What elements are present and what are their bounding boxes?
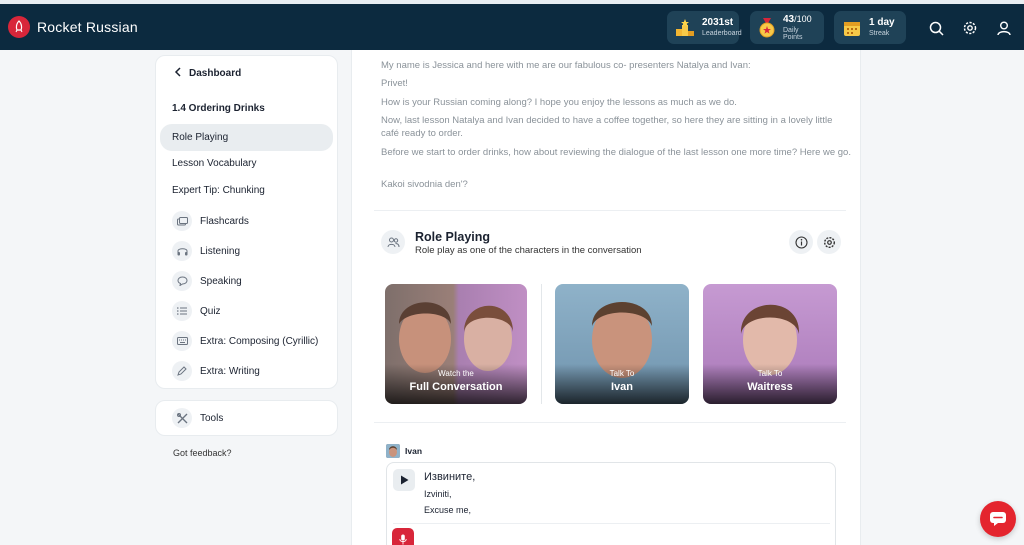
list-icon — [172, 301, 192, 321]
sidebar-item-label: Flashcards — [200, 215, 249, 227]
back-to-dashboard-link[interactable]: Dashboard — [174, 67, 324, 80]
divider — [393, 523, 830, 524]
sidebar-item-label: Expert Tip: Chunking — [172, 185, 265, 196]
daily-points-value: 43 — [783, 13, 795, 25]
user-profile-icon[interactable] — [995, 19, 1013, 37]
sidebar-item-expert-tip[interactable]: Expert Tip: Chunking — [172, 185, 332, 196]
info-icon[interactable] — [789, 230, 813, 254]
chat-bubble-icon — [990, 512, 1006, 526]
calendar-icon — [842, 18, 862, 38]
play-audio-button[interactable] — [393, 469, 415, 491]
leaderboard-value: 2031st — [702, 17, 734, 28]
role-playing-subtitle: Role play as one of the characters in th… — [415, 245, 642, 256]
keyboard-icon — [172, 331, 192, 351]
card-caption-small: Talk To — [757, 369, 783, 378]
microphone-icon — [399, 534, 407, 544]
role-play-settings-gear-icon[interactable] — [817, 230, 841, 254]
flashcards-icon — [172, 211, 192, 231]
pencil-icon — [172, 361, 192, 381]
sidebar-item-writing[interactable]: Extra: Writing — [156, 361, 339, 381]
section-divider — [374, 210, 846, 211]
sidebar-item-composing[interactable]: Extra: Composing (Cyrillic) — [156, 331, 339, 351]
dialogue-speaker: Ivan — [386, 444, 422, 458]
feedback-link[interactable]: Got feedback? — [173, 448, 232, 458]
talk-to-ivan-card[interactable]: Talk To Ivan — [555, 284, 689, 404]
tools-label: Tools — [200, 412, 224, 424]
phrase-translation: Excuse me, — [424, 505, 472, 515]
card-caption-big: Full Conversation — [409, 381, 503, 393]
top-bar: Rocket Russian 2031st Leaderboard 43/100… — [0, 0, 1024, 50]
daily-points-label: Daily Points — [783, 26, 803, 41]
chat-support-button[interactable] — [980, 501, 1016, 537]
speech-bubble-icon — [172, 271, 192, 291]
chevron-left-icon — [174, 67, 181, 80]
transcript-line: Now, last lesson Natalya and Ivan decide… — [381, 115, 833, 139]
talk-to-waitress-card[interactable]: Talk To Waitress — [703, 284, 837, 404]
transcript-line: Before we start to order drinks, how abo… — [381, 147, 851, 158]
sidebar-item-lesson-vocabulary[interactable]: Lesson Vocabulary — [172, 158, 332, 169]
sidebar-item-label: Extra: Composing (Cyrillic) — [200, 335, 319, 347]
sidebar-item-label: Lesson Vocabulary — [172, 158, 257, 169]
leaderboard-stat[interactable]: 2031st Leaderboard — [667, 11, 742, 44]
phrase-transliteration: Izviniti, — [424, 489, 452, 499]
brand-name: Rocket Russian — [37, 19, 138, 35]
watch-full-conversation-card[interactable]: Watch the Full Conversation — [385, 284, 527, 404]
daily-points-max: /100 — [794, 13, 812, 24]
tools-icon — [172, 408, 192, 428]
card-caption-big: Ivan — [610, 381, 633, 393]
phrase-cyrillic: Извините, — [424, 471, 476, 483]
transcript-line: How is your Russian coming along? I hope… — [381, 97, 737, 108]
streak-label: Streak — [869, 30, 890, 37]
settings-gear-icon[interactable] — [961, 19, 979, 37]
transcript-line: My name is Jessica and here with me are … — [381, 60, 751, 71]
dialogue-line-card: Извините, Izviniti, Excuse me, — [386, 462, 836, 545]
sidebar-item-listening[interactable]: Listening — [156, 241, 339, 261]
brand-logo-link[interactable]: Rocket Russian — [8, 16, 138, 38]
rocket-logo-icon — [8, 16, 30, 38]
cards-separator — [541, 284, 542, 404]
back-label: Dashboard — [189, 68, 242, 79]
lesson-title: 1.4 Ordering Drinks — [172, 103, 265, 114]
transcript-line: Privet! — [381, 78, 408, 89]
play-icon — [400, 475, 408, 485]
role-playing-title: Role Playing — [415, 230, 491, 244]
avatar — [386, 444, 400, 458]
sidebar-item-role-playing[interactable]: Role Playing — [160, 124, 333, 151]
headphones-icon — [172, 241, 192, 261]
sidebar-item-quiz[interactable]: Quiz — [156, 301, 339, 321]
record-voice-button[interactable] — [392, 528, 414, 545]
leaderboard-label: Leaderboard — [702, 30, 742, 37]
streak-value: 1 day — [869, 17, 895, 28]
sidebar-item-flashcards[interactable]: Flashcards — [156, 211, 339, 231]
speaker-name: Ivan — [405, 446, 423, 456]
lesson-sidebar: Dashboard 1.4 Ordering Drinks Role Playi… — [155, 55, 338, 389]
card-caption-small: Watch the — [438, 369, 474, 378]
transcript-line: Kakoi sivodnia den'? — [381, 179, 468, 190]
sidebar-item-speaking[interactable]: Speaking — [156, 271, 339, 291]
tools-link[interactable]: Tools — [155, 400, 338, 436]
podium-icon — [675, 18, 695, 38]
sidebar-item-label: Listening — [200, 245, 241, 257]
section-divider — [374, 422, 846, 423]
card-caption-big: Waitress — [747, 381, 793, 393]
sidebar-item-label: Extra: Writing — [200, 365, 260, 377]
search-icon[interactable] — [927, 19, 945, 37]
sidebar-item-label: Role Playing — [172, 132, 229, 143]
medal-icon — [758, 17, 776, 38]
streak-stat[interactable]: 1 day Streak — [834, 11, 906, 44]
sidebar-item-label: Quiz — [200, 305, 221, 317]
people-icon — [381, 230, 405, 254]
sidebar-item-label: Speaking — [200, 275, 242, 287]
daily-points-stat[interactable]: 43/100 Daily Points — [750, 11, 824, 44]
card-caption-small: Talk To — [609, 369, 635, 378]
lesson-main-content: My name is Jessica and here with me are … — [351, 50, 861, 545]
